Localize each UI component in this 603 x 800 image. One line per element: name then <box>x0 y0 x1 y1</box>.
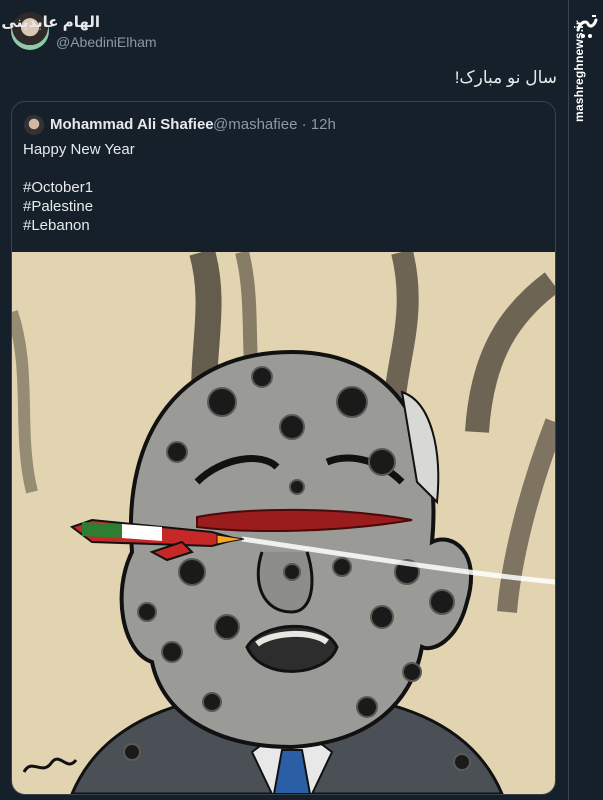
author-handle[interactable]: @AbediniElham <box>56 34 157 50</box>
quoted-handle[interactable]: @mashafiee <box>213 116 297 133</box>
author-display-name[interactable]: الهام عابدینی <box>1 13 100 31</box>
quoted-author-name[interactable]: Mohammad Ali Shafiee <box>50 116 214 133</box>
quoted-separator: · <box>301 116 307 133</box>
tweet-header: الهام عابدینی @AbediniElham <box>0 0 568 60</box>
watermark-site: mashreghnews.ir <box>572 20 586 122</box>
quoted-text: Happy New Year #October1 #Palestine #Leb… <box>23 140 135 235</box>
quoted-tweet-card[interactable]: Mohammad Ali Shafiee @mashafiee · 12h Ha… <box>11 101 556 795</box>
quoted-avatar[interactable] <box>24 115 44 135</box>
tweet-text: سال نو مبارک! <box>454 68 557 87</box>
hashtag-link[interactable]: #Lebanon <box>23 216 135 235</box>
quoted-line: Happy New Year <box>23 141 135 158</box>
quoted-time[interactable]: 12h <box>311 116 336 133</box>
cartoon-illustration[interactable] <box>12 252 555 794</box>
hashtag-link[interactable]: #Palestine <box>23 197 135 216</box>
quoted-meta: @mashafiee · 12h <box>213 116 336 133</box>
hashtag-link[interactable]: #October1 <box>23 178 135 197</box>
